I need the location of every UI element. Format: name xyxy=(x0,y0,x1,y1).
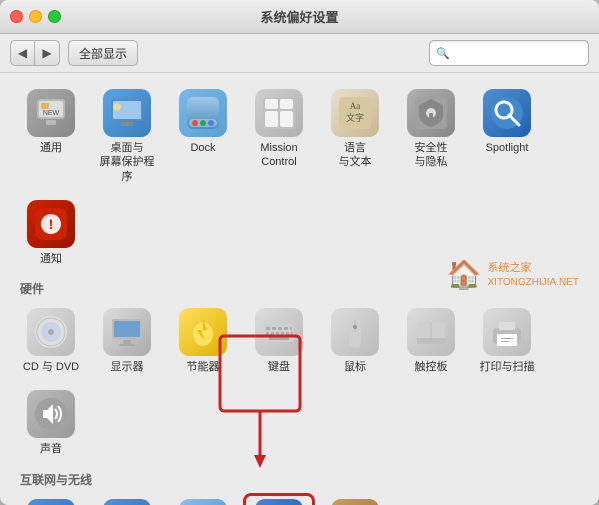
internet-section: iCloud @ 邮件、通讯录、日历 网络 xyxy=(15,493,584,505)
icon-language[interactable]: Aa文字 语言与文本 xyxy=(319,83,391,190)
icon-mission[interactable]: MissionControl xyxy=(243,83,315,190)
mission-label: MissionControl xyxy=(260,141,297,170)
svg-text:文字: 文字 xyxy=(346,112,364,123)
svg-text:Aa: Aa xyxy=(350,101,361,111)
svg-text:!: ! xyxy=(49,216,54,232)
back-button[interactable]: ◀ xyxy=(11,41,35,65)
icon-monitor[interactable]: 显示器 xyxy=(91,302,163,380)
share-icon xyxy=(331,499,379,505)
dock-icon xyxy=(179,89,227,137)
search-input[interactable] xyxy=(453,46,582,60)
energy-icon xyxy=(179,308,227,356)
icon-keyboard[interactable]: 键盘 xyxy=(243,302,315,380)
search-icon: 🔍 xyxy=(436,47,450,60)
monitor-icon xyxy=(103,308,151,356)
desktop-icon xyxy=(103,89,151,137)
mouse-icon xyxy=(331,308,379,356)
search-box[interactable]: 🔍 xyxy=(429,40,589,66)
nav-bar: ◀ ▶ 全部显示 🔍 xyxy=(0,34,599,73)
hardware-section-label: 硬件 xyxy=(20,280,584,297)
main-window: 系统偏好设置 ◀ ▶ 全部显示 🔍 NEW 通用 xyxy=(0,0,599,505)
general-icon: NEW xyxy=(27,89,75,137)
content-area: NEW 通用 桌面与屏幕保护程序 Dock xyxy=(0,73,599,505)
desktop-label: 桌面与屏幕保护程序 xyxy=(95,141,159,184)
traffic-lights xyxy=(10,10,61,23)
icon-desktop[interactable]: 桌面与屏幕保护程序 xyxy=(91,83,163,190)
general-label: 通用 xyxy=(40,141,62,155)
forward-button[interactable]: ▶ xyxy=(35,41,59,65)
icon-share[interactable]: 共享 xyxy=(319,493,391,505)
cd-label: CD 与 DVD xyxy=(23,360,79,374)
icon-dock[interactable]: Dock xyxy=(167,83,239,190)
svg-text:NEW: NEW xyxy=(43,110,60,117)
internet-section-label: 互联网与无线 xyxy=(20,471,584,488)
icon-general[interactable]: NEW 通用 xyxy=(15,83,87,190)
trackpad-icon xyxy=(407,308,455,356)
language-icon: Aa文字 xyxy=(331,89,379,137)
security-label: 安全性与隐私 xyxy=(415,141,448,170)
icon-security[interactable]: 安全性与隐私 xyxy=(395,83,467,190)
spotlight-label: Spotlight xyxy=(486,141,529,155)
mail-icon: @ xyxy=(103,499,151,505)
nav-arrows: ◀ ▶ xyxy=(10,40,60,66)
icon-icloud[interactable]: iCloud xyxy=(15,493,87,505)
title-bar: 系统偏好设置 xyxy=(0,0,599,34)
print-icon xyxy=(483,308,531,356)
energy-label: 节能器 xyxy=(187,360,220,374)
show-all-button[interactable]: 全部显示 xyxy=(68,40,138,66)
icon-notify[interactable]: ! 通知 xyxy=(15,194,87,272)
icon-bluetooth[interactable]: 蓝牙 xyxy=(243,493,315,505)
icon-energy[interactable]: 节能器 xyxy=(167,302,239,380)
icon-mail[interactable]: @ 邮件、通讯录、日历 xyxy=(91,493,163,505)
mission-icon xyxy=(255,89,303,137)
icon-sound[interactable]: 声音 xyxy=(15,384,87,462)
mouse-label: 鼠标 xyxy=(344,360,366,374)
icon-trackpad[interactable]: 触控板 xyxy=(395,302,467,380)
keyboard-icon xyxy=(255,308,303,356)
notify-icon: ! xyxy=(27,200,75,248)
notify-label: 通知 xyxy=(40,252,62,266)
icloud-icon xyxy=(27,499,75,505)
dock-label: Dock xyxy=(190,141,215,155)
monitor-label: 显示器 xyxy=(111,360,144,374)
personal-section: NEW 通用 桌面与屏幕保护程序 Dock xyxy=(15,83,584,272)
sound-icon xyxy=(27,390,75,438)
print-label: 打印与扫描 xyxy=(480,360,535,374)
minimize-button[interactable] xyxy=(29,10,42,23)
network-icon xyxy=(179,499,227,505)
icon-network[interactable]: 网络 xyxy=(167,493,239,505)
icon-spotlight[interactable]: Spotlight xyxy=(471,83,543,190)
spotlight-icon xyxy=(483,89,531,137)
window-title: 系统偏好设置 xyxy=(260,7,338,26)
sound-label: 声音 xyxy=(40,442,62,456)
trackpad-label: 触控板 xyxy=(415,360,448,374)
close-button[interactable] xyxy=(10,10,23,23)
icon-print[interactable]: 打印与扫描 xyxy=(471,302,543,380)
hardware-section: CD 与 DVD 显示器 节能器 xyxy=(15,302,584,463)
bluetooth-icon xyxy=(255,499,303,505)
icon-cd[interactable]: CD 与 DVD xyxy=(15,302,87,380)
maximize-button[interactable] xyxy=(48,10,61,23)
cd-icon xyxy=(27,308,75,356)
security-icon xyxy=(407,89,455,137)
icon-mouse[interactable]: 鼠标 xyxy=(319,302,391,380)
keyboard-label: 键盘 xyxy=(268,360,290,374)
language-label: 语言与文本 xyxy=(339,141,372,170)
